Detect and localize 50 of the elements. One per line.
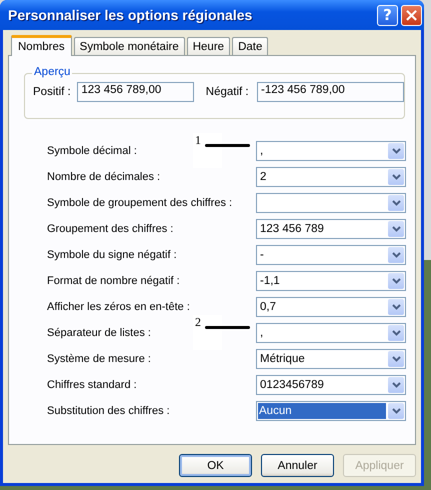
setting-label: Format de nombre négatif : [47,275,180,287]
close-button[interactable]: × [401,4,422,26]
dialog-button[interactable]: Annuler [261,454,334,477]
dropdown[interactable]: , [256,323,406,343]
annotation-number: 1 [195,133,201,148]
dropdown[interactable]: 0,7 [256,297,406,317]
setting-label: Symbole de groupement des chiffres : [47,197,232,209]
setting-label: Symbole décimal : [47,145,137,157]
window-title: Personnaliser les options régionales [7,7,254,23]
tab[interactable]: Heure [186,37,230,55]
tab[interactable]: Date [232,37,268,55]
dropdown-value: Aucun [258,403,386,419]
setting-label: Système de mesure : [47,353,151,365]
dropdown[interactable]: -1,1 [256,271,406,291]
dialog-button[interactable]: OK [179,454,252,477]
dropdown-value: , [259,326,264,341]
dropdown-value: 123 456 789 [259,222,325,237]
dropdown-value: -1,1 [259,274,281,289]
dropdown[interactable]: 0123456789 [256,375,406,395]
dropdown-value: Métrique [259,352,306,367]
positive-preview: 123 456 789,00 [77,82,194,102]
annotation-number: 2 [195,315,201,330]
dropdown-value: 0,7 [259,300,277,315]
dropdown-value: 0123456789 [259,378,325,393]
dropdown[interactable]: - [256,245,406,265]
dropdown[interactable]: 123 456 789 [256,219,406,239]
setting-label: Groupement des chiffres : [47,223,174,235]
setting-label: Séparateur de listes : [47,327,151,339]
negative-preview: -123 456 789,00 [257,82,404,102]
help-button[interactable]: ? [377,4,398,26]
negative-label: Négatif : [206,86,250,98]
dropdown[interactable] [256,193,406,213]
setting-label: Symbole du signe négatif : [47,249,177,261]
group-title: Aperçu [32,66,72,78]
setting-label: Nombre de décimales : [47,171,160,183]
annotation-line [205,326,250,329]
tab[interactable]: Symbole monétaire [74,37,185,55]
dropdown[interactable]: Métrique [256,349,406,369]
annotation-line [205,144,250,147]
dropdown[interactable]: , [256,141,406,161]
positive-label: Positif : [33,86,72,98]
setting-label: Chiffres standard : [47,379,137,391]
setting-label: Afficher les zéros en en-tête : [47,301,190,313]
dropdown[interactable]: 2 [256,167,406,187]
dropdown-value: 2 [259,170,268,185]
setting-label: Substitution des chiffres : [47,405,170,417]
dropdown-value: - [259,248,265,263]
dropdown[interactable]: Aucun [256,401,406,421]
tab[interactable]: Nombres [11,35,72,56]
dropdown-value: , [259,144,264,159]
